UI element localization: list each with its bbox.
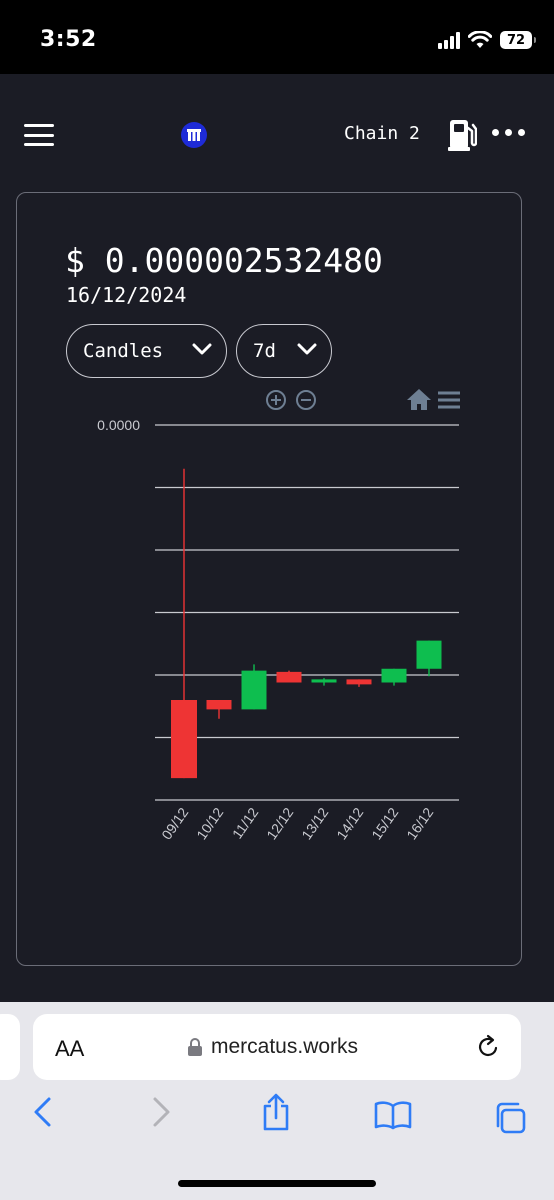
forward-icon[interactable] (150, 1096, 174, 1128)
reader-settings-button[interactable]: AA (55, 1036, 84, 1062)
app-screen: Chain 2 $ 0.000002532480 16/12/2024 Cand… (0, 74, 554, 1002)
price-date: 16/12/2024 (66, 283, 187, 307)
hamburger-menu-icon[interactable] (24, 124, 54, 146)
candle-body (381, 668, 407, 683)
gas-pump-icon[interactable] (447, 118, 477, 152)
previous-tab-edge[interactable] (0, 1014, 20, 1080)
chart-type-value: Candles (83, 340, 164, 362)
candle-body (311, 679, 337, 683)
x-tick-label: 10/12 (193, 804, 226, 842)
chart-toolbar (266, 389, 460, 410)
zoom-in-icon[interactable] (266, 390, 286, 410)
time-range-value: 7d (253, 340, 276, 362)
x-tick-label: 16/12 (403, 804, 436, 842)
battery-icon: 72 (500, 31, 536, 49)
lock-icon (188, 1038, 202, 1056)
y-tick-label: 0.0000 (97, 417, 140, 433)
candle-body (241, 670, 267, 710)
battery-level: 72 (506, 32, 526, 48)
status-time: 3:52 (40, 27, 97, 52)
reload-icon[interactable] (475, 1034, 501, 1060)
home-indicator (178, 1180, 376, 1187)
chart-menu-icon[interactable] (438, 391, 460, 409)
chart-type-dropdown[interactable]: Candles (66, 324, 227, 378)
chart-grid (155, 424, 459, 801)
candle-body (416, 640, 442, 669)
price-chart-card: $ 0.000002532480 16/12/2024 Candles 7d 0… (16, 192, 522, 966)
app-header: Chain 2 (0, 74, 554, 192)
x-tick-label: 13/12 (298, 804, 331, 842)
token-price: $ 0.000002532480 (65, 241, 383, 280)
x-tick-label: 11/12 (229, 804, 262, 841)
chart-labels: 0.0000 09/12 10/12 11/12 12/12 13/12 14/12 15/1… (97, 417, 436, 842)
candlestick-chart: 0.0000 09/12 10/12 11/12 12/12 13/12 14/12 15/1… (97, 389, 460, 842)
status-icons: 72 (438, 28, 536, 52)
back-icon[interactable] (30, 1096, 54, 1128)
share-icon[interactable] (260, 1092, 292, 1132)
address-bar[interactable]: AA mercatus.works (33, 1014, 521, 1080)
chain-selector[interactable]: Chain 2 (344, 123, 420, 144)
bookmarks-icon[interactable] (373, 1100, 413, 1130)
candle-body (206, 700, 232, 710)
time-range-dropdown[interactable]: 7d (236, 324, 332, 378)
x-tick-label: 12/12 (263, 804, 296, 842)
x-tick-label: 14/12 (333, 804, 366, 842)
candle-body (276, 671, 302, 683)
mercatus-logo-icon[interactable] (181, 122, 207, 148)
chevron-down-icon (192, 343, 212, 355)
reader-settings-label: AA (55, 1036, 85, 1061)
home-icon[interactable] (407, 389, 431, 410)
wifi-icon (468, 31, 492, 48)
browser-toolbar: AA mercatus.works (0, 1002, 554, 1200)
tabs-icon[interactable] (492, 1100, 528, 1136)
x-tick-label: 09/12 (158, 804, 191, 842)
x-tick-label: 15/12 (368, 804, 401, 842)
url-text: mercatus.works (211, 1035, 359, 1058)
more-horizontal-icon[interactable] (492, 129, 525, 136)
status-bar: 3:52 72 (0, 0, 554, 74)
cellular-signal-icon (438, 31, 460, 49)
candle-body (171, 700, 197, 779)
chevron-down-icon (297, 343, 317, 355)
zoom-out-icon[interactable] (296, 390, 316, 410)
chart-marks (171, 468, 442, 779)
candle-body (346, 679, 372, 685)
